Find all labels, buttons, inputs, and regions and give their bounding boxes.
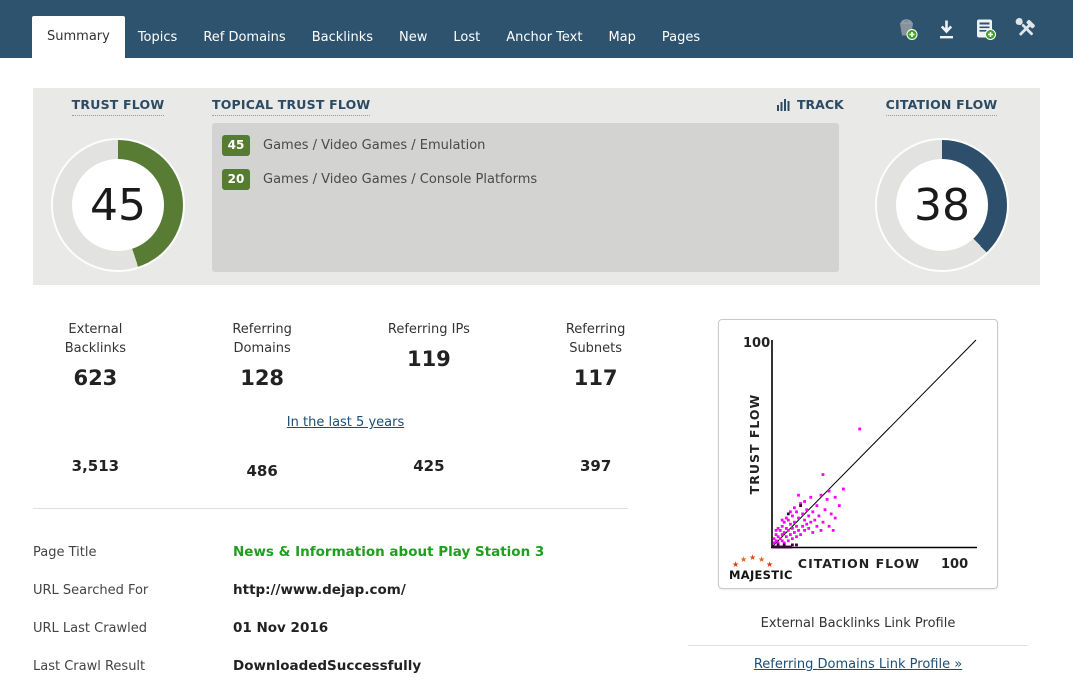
detail-row-last-crawled: URL Last Crawled 01 Nov 2016 [33,620,673,636]
summary-stats: External Backlinks 623 Referring Domains… [12,320,679,475]
tab-summary[interactable]: Summary [32,16,125,58]
stat-label: Referring Domains [212,320,312,358]
y-axis-max-tick: 100 [743,336,770,351]
url-searched-value: http://www.dejap.com/ [233,582,406,598]
topic-name: Games / Video Games / Emulation [263,138,485,153]
topical-row[interactable]: 45 Games / Video Games / Emulation [222,135,829,156]
stat-referring-ips: Referring IPs 119 [346,320,513,390]
diagonal-reference-line [772,340,976,547]
citation-flow-header: CITATION FLOW [843,97,1040,112]
detail-row-crawl-result: Last Crawl Result DownloadedSuccessfully [33,658,673,674]
detail-label: URL Searched For [33,583,233,598]
citation-flow-value: 38 [896,159,988,251]
recent-referring-subnets: 397 [512,457,679,475]
track-button[interactable]: TRACK [777,97,844,112]
profile-divider [688,645,1027,646]
stat-referring-subnets: Referring Subnets 117 [512,320,679,390]
detail-label: Last Crawl Result [33,659,233,674]
topical-trust-flow-label[interactable]: TOPICAL TRUST FLOW [212,97,370,116]
create-report-icon[interactable] [973,17,998,42]
trust-flow-gauge: 45 [53,140,183,270]
stat-label: Referring Subnets [546,320,646,358]
svg-text:★: ★ [740,555,747,564]
tab-backlinks[interactable]: Backlinks [299,18,386,58]
last-crawled-value: 01 Nov 2016 [233,620,328,636]
x-axis-title: CITATION FLOW [798,556,920,571]
add-to-bucket-icon[interactable] [895,17,920,42]
tab-lost[interactable]: Lost [440,18,493,58]
crawl-details: Page Title News & Information about Play… [33,544,673,696]
recent-referring-ips: 425 [346,457,513,475]
detail-row-page-title: Page Title News & Information about Play… [33,544,673,560]
detail-label: URL Last Crawled [33,621,233,636]
nav-tabs: Summary Topics Ref Domains Backlinks New… [32,16,713,58]
stat-referring-domains: Referring Domains 128 [179,320,346,390]
page-title-value: News & Information about Play Station 3 [233,544,544,560]
majestic-logo-text: MAJESTIC [729,568,793,582]
topic-score-badge: 20 [222,169,250,190]
topic-name: Games / Video Games / Console Platforms [263,172,537,187]
citation-flow-gauge: 38 [877,140,1007,270]
tools-icon[interactable] [1013,17,1039,42]
top-navigation-bar: Summary Topics Ref Domains Backlinks New… [0,0,1073,58]
chart-caption: External Backlinks Link Profile [688,616,1028,631]
track-label: TRACK [797,97,844,112]
citation-flow-label[interactable]: CITATION FLOW [886,97,998,116]
flow-metrics-band: TRUST FLOW TOPICAL TRUST FLOW TRACK CITA… [33,88,1040,285]
stat-value: 128 [179,366,346,390]
stat-label: External Backlinks [45,320,145,358]
stat-value: 623 [12,366,179,390]
trust-flow-label[interactable]: TRUST FLOW [72,97,165,116]
recent-referring-domains: 486 [179,462,346,480]
link-profile-chart-card: 100 100 TRUST FLOW CITATION FLOW ★ ★ ★ ★… [718,319,998,589]
track-chart-icon [777,98,791,111]
topical-trust-flow-header: TOPICAL TRUST FLOW [212,97,370,112]
scatter-points [773,428,862,549]
tab-new[interactable]: New [386,18,440,58]
y-axis-title: TRUST FLOW [747,394,762,495]
referring-domains-profile-link[interactable]: Referring Domains Link Profile » [754,657,962,672]
svg-text:★: ★ [749,553,756,562]
section-divider [33,508,628,509]
topic-score-badge: 45 [222,135,250,156]
stat-value: 117 [512,366,679,390]
recent-external-backlinks: 3,513 [12,457,179,475]
majestic-logo: ★ ★ ★ ★ ★ MAJESTIC [729,553,793,582]
last-5-years-link[interactable]: In the last 5 years [287,415,404,430]
tab-ref-domains[interactable]: Ref Domains [190,18,298,58]
tab-map[interactable]: Map [595,18,648,58]
x-axis-max-tick: 100 [941,557,968,572]
stat-value: 119 [346,347,513,371]
topical-trust-flow-panel: 45 Games / Video Games / Emulation 20 Ga… [212,123,839,272]
tab-topics[interactable]: Topics [125,18,190,58]
detail-row-url-searched: URL Searched For http://www.dejap.com/ [33,582,673,598]
topical-row[interactable]: 20 Games / Video Games / Console Platfor… [222,169,829,190]
stat-label: Referring IPs [379,320,479,339]
detail-label: Page Title [33,545,233,560]
trust-flow-value: 45 [72,159,164,251]
svg-text:★: ★ [758,555,765,564]
download-icon[interactable] [935,17,958,41]
stat-external-backlinks: External Backlinks 623 [12,320,179,390]
trust-flow-header: TRUST FLOW [33,97,203,112]
crawl-result-value: DownloadedSuccessfully [233,658,421,674]
tab-pages[interactable]: Pages [649,18,713,58]
tab-anchor-text[interactable]: Anchor Text [493,18,595,58]
